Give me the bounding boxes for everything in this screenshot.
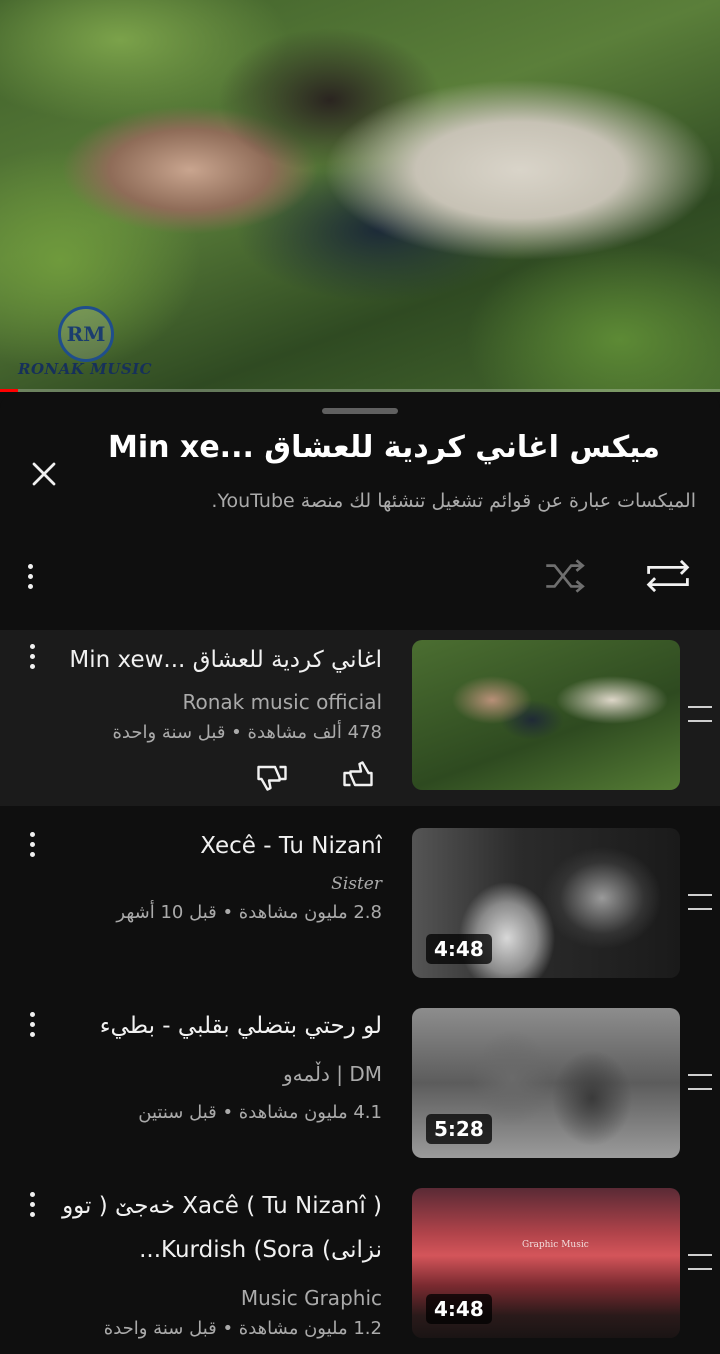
watermark-text: RONAK MUSIC bbox=[18, 360, 153, 378]
item-meta: 1.2 مليون مشاهدة • قبل سنة واحدة bbox=[103, 1318, 382, 1339]
more-vertical-icon bbox=[27, 563, 33, 569]
duration-badge: 4:48 bbox=[426, 1294, 492, 1324]
item-channel: DM | دڵمەو bbox=[282, 1062, 382, 1086]
item-more-button[interactable] bbox=[20, 826, 44, 862]
panel-drag-handle[interactable] bbox=[322, 408, 398, 414]
progress-track[interactable] bbox=[0, 389, 720, 392]
item-title: اغاني كردية للعشاق ...Min xew bbox=[69, 647, 382, 673]
item-title: Xecê - Tu Nizanî bbox=[200, 833, 382, 859]
playlist-item-2[interactable]: Xecê - Tu Nizanî Sister 2.8 مليون مشاهدة… bbox=[0, 818, 720, 982]
item-meta: 4.1 مليون مشاهدة • قبل سنتين bbox=[138, 1102, 382, 1123]
ronak-logo: RM bbox=[58, 306, 114, 362]
item-meta: 478 ألف مشاهدة • قبل سنة واحدة bbox=[112, 722, 382, 743]
shuffle-icon bbox=[546, 559, 585, 593]
channel-watermark: RM RONAK MUSIC bbox=[18, 302, 158, 380]
item-thumbnail[interactable] bbox=[412, 640, 680, 790]
repeat-icon bbox=[646, 559, 690, 593]
reorder-handle-icon[interactable] bbox=[688, 1254, 712, 1270]
thumbnail-caption: Graphic Music bbox=[522, 1240, 589, 1250]
panel-subtitle: الميكسات عبارة عن قوائم تشغيل تنشئها لك … bbox=[211, 490, 696, 512]
shuffle-button[interactable] bbox=[540, 554, 590, 598]
video-player[interactable]: RM RONAK MUSIC bbox=[0, 0, 720, 392]
item-title: Xacê ( Tu Nizanî ) خەجێ ( توو نزانی) Kur… bbox=[62, 1193, 382, 1263]
item-thumbnail[interactable]: 4:48 bbox=[412, 828, 680, 978]
reorder-handle-icon[interactable] bbox=[688, 894, 712, 910]
playlist-item-3[interactable]: لو رحتي بتضلي بقلبي - بطيء DM | دڵمەو 4.… bbox=[0, 998, 720, 1162]
item-title: لو رحتي بتضلي بقلبي - بطيء bbox=[99, 1013, 382, 1039]
more-vertical-icon bbox=[29, 1011, 35, 1017]
playlist-item-1[interactable]: اغاني كردية للعشاق ...Min xew Ronak musi… bbox=[0, 630, 720, 806]
reorder-handle-icon[interactable] bbox=[688, 1074, 712, 1090]
more-vertical-icon bbox=[29, 831, 35, 837]
progress-fill bbox=[0, 389, 18, 392]
mix-playlist-panel: ميكس اغاني كردية للعشاق ...Min xe الميكس… bbox=[0, 394, 720, 1354]
item-channel: Music Graphic bbox=[240, 1286, 382, 1310]
duration-badge: 5:28 bbox=[426, 1114, 492, 1144]
duration-badge: 4:48 bbox=[426, 934, 492, 964]
item-more-button[interactable] bbox=[20, 1186, 44, 1222]
item-meta: 2.8 مليون مشاهدة • قبل 10 أشهر bbox=[116, 902, 382, 923]
item-channel: Sister bbox=[331, 874, 382, 894]
dislike-button[interactable] bbox=[254, 758, 290, 794]
close-icon bbox=[32, 462, 56, 486]
item-more-button[interactable] bbox=[20, 638, 44, 674]
playlist-item-4[interactable]: Xacê ( Tu Nizanî ) خەجێ ( توو نزانی) Kur… bbox=[0, 1178, 720, 1354]
thumbs-down-icon bbox=[257, 765, 287, 791]
repeat-button[interactable] bbox=[640, 554, 696, 598]
more-vertical-icon bbox=[29, 1191, 35, 1197]
like-button[interactable] bbox=[340, 758, 376, 794]
item-channel: Ronak music official bbox=[182, 690, 382, 714]
panel-more-button[interactable] bbox=[16, 558, 44, 594]
panel-title: ميكس اغاني كردية للعشاق ...Min xe bbox=[108, 430, 660, 465]
reorder-handle-icon[interactable] bbox=[688, 706, 712, 722]
item-more-button[interactable] bbox=[20, 1006, 44, 1042]
item-thumbnail[interactable]: 5:28 bbox=[412, 1008, 680, 1158]
more-vertical-icon bbox=[29, 643, 35, 649]
item-thumbnail[interactable]: Graphic Music 4:48 bbox=[412, 1188, 680, 1338]
thumbs-up-icon bbox=[343, 761, 373, 787]
